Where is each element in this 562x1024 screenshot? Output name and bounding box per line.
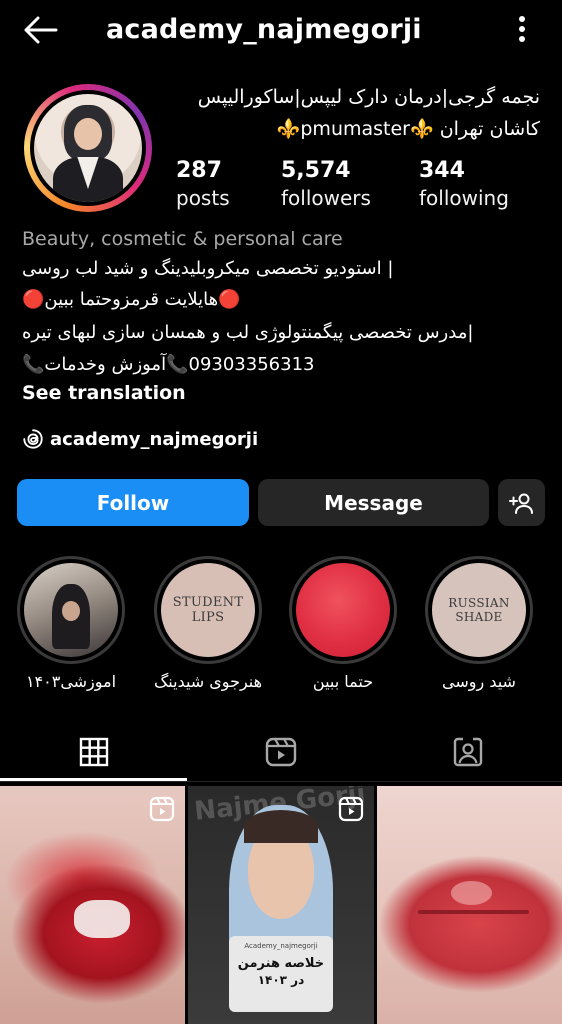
- tagged-person-icon: [453, 737, 482, 767]
- tab-tagged[interactable]: [374, 722, 561, 782]
- profile-name-line: نجمه گرجی|درمان دارک لیپس|ساکورالیپس: [197, 86, 540, 108]
- highlight-label: اموزشی۱۴۰۳: [25, 672, 117, 691]
- highlight-cover-text: STUDENT LIPS: [172, 595, 244, 625]
- bio-line: |مدرس تخصصی پیگمنتولوژی لب و همسان سازی …: [22, 322, 474, 343]
- highlight-label: حتما ببین: [312, 672, 374, 691]
- highlight-cover-text: RUSSIAN SHADE: [448, 596, 510, 624]
- threads-icon: [23, 429, 43, 449]
- followers-label: followers: [281, 186, 371, 210]
- post-card-subtitle: در ۱۴۰۳: [257, 972, 305, 987]
- highlight-cover: [296, 563, 390, 657]
- followers-count[interactable]: 5,574 followers: [281, 158, 371, 212]
- posts-count[interactable]: 287 posts: [176, 158, 230, 212]
- see-translation-link[interactable]: See translation: [22, 382, 186, 404]
- highlight-cover: [24, 563, 118, 657]
- following-count[interactable]: 344 following: [419, 158, 509, 212]
- profile-location-line: کاشان تهران ⚜️pmumaster⚜️: [276, 118, 540, 140]
- highlight-item[interactable]: STUDENT LIPS هنرجوی شیدینگ: [153, 556, 263, 691]
- grid-icon: [79, 737, 108, 767]
- highlight-cover: RUSSIAN SHADE: [432, 563, 526, 657]
- profile-tabs: [0, 722, 562, 784]
- highlight-cover: STUDENT LIPS: [161, 563, 255, 657]
- bio-line: | استودیو تخصصی میکروبلیدینگ و شید لب رو…: [22, 258, 394, 279]
- following-label: following: [419, 186, 509, 210]
- reel-icon: [338, 796, 364, 822]
- add-person-icon: [508, 493, 533, 514]
- profile-page: academy_najmegorji نجمه گرجی|درمان دارک …: [0, 0, 562, 1024]
- tab-posts-grid[interactable]: [0, 722, 187, 782]
- post-card-title: خلاصه هنرمن: [237, 955, 325, 971]
- highlight-item[interactable]: حتما ببین: [288, 556, 398, 691]
- bio-line: 🔴هایلایت قرمزوحتما ببین🔴: [22, 289, 241, 310]
- top-bar: academy_najmegorji: [0, 0, 562, 62]
- profile-username-title: academy_najmegorji: [106, 14, 422, 45]
- suggested-people-button[interactable]: [498, 479, 545, 526]
- back-arrow-icon[interactable]: [22, 14, 58, 46]
- highlight-item[interactable]: RUSSIAN SHADE شید روسی: [424, 556, 534, 691]
- post-thumbnail[interactable]: [0, 786, 185, 1024]
- reel-icon: [149, 796, 175, 822]
- tabs-divider: [0, 781, 562, 782]
- posts-value: 287: [176, 158, 222, 183]
- bio-line: 09303356313📞آموزش وخدمات📞: [22, 354, 315, 375]
- avatar-photo: [34, 94, 142, 202]
- profile-category: Beauty, cosmetic & personal care: [22, 228, 343, 250]
- highlight-item[interactable]: اموزشی۱۴۰۳: [16, 556, 126, 691]
- followers-value: 5,574: [281, 158, 351, 183]
- highlight-label: هنرجوی شیدینگ: [153, 672, 263, 691]
- post-card: Academy_najmegorji خلاصه هنرمن در ۱۴۰۳: [228, 935, 334, 1013]
- follow-button[interactable]: Follow: [17, 479, 249, 526]
- message-button[interactable]: Message: [258, 479, 489, 526]
- tab-reels[interactable]: [187, 722, 374, 782]
- threads-handle: academy_najmegorji: [50, 428, 259, 450]
- post-thumbnail[interactable]: [377, 786, 562, 1024]
- posts-label: posts: [176, 186, 230, 210]
- post-thumbnail[interactable]: Najme Gorji Academy_najmegorji خلاصه هنر…: [188, 786, 374, 1024]
- more-options-icon[interactable]: [518, 16, 526, 42]
- highlight-label: شید روسی: [442, 672, 516, 691]
- reels-icon: [265, 737, 296, 767]
- post-card-account: Academy_najmegorji: [244, 941, 318, 950]
- profile-avatar[interactable]: [24, 84, 152, 212]
- following-value: 344: [419, 158, 465, 183]
- threads-link[interactable]: academy_najmegorji: [22, 425, 258, 453]
